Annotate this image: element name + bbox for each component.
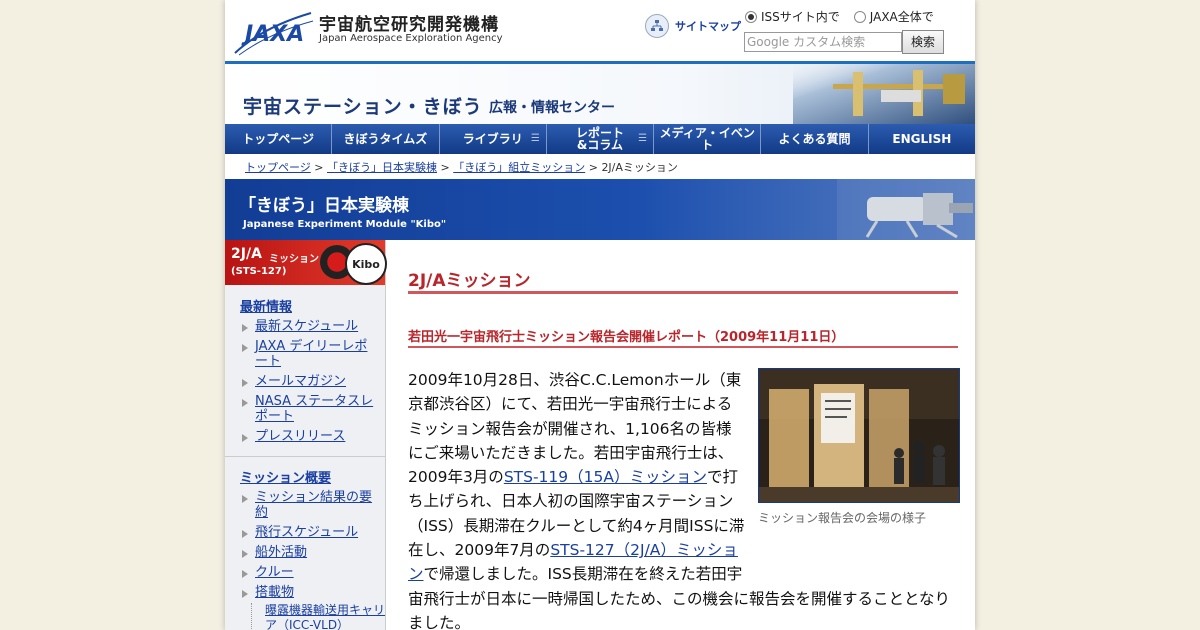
org-name-en[interactable]: Japan Aerospace Exploration Agency (319, 33, 503, 44)
nav-media-label: メディア・イベント (659, 126, 755, 152)
sidebar-subitem-icc-vld[interactable]: 曝露機器輸送用キャリア（ICC-VLD） (251, 603, 395, 630)
banner-subtitle[interactable]: 広報・情報センター (489, 97, 615, 117)
radio-iss-label: ISSサイト内で (761, 10, 840, 24)
nav-kibo-times[interactable]: きぼうタイムズ (332, 124, 440, 154)
sidebar-link[interactable]: 搭載物 (255, 585, 294, 600)
report-title: 若田光一宇宙飛行士ミッション報告会開催レポート（2009年11月11日） (408, 330, 845, 345)
page: JAXA 宇宙航空研究開発機構 Japan Aerospace Explorat… (225, 0, 975, 630)
sidebar-link[interactable]: NASA ステータスレポート (255, 394, 373, 424)
nav-kibo-times-label: きぼうタイムズ (343, 132, 428, 146)
sidebar-item: クルー (240, 565, 380, 580)
nav-media-event[interactable]: メディア・イベント (654, 124, 762, 154)
breadcrumb-sep: > (314, 161, 324, 174)
sidebar-item: メールマガジン (240, 374, 380, 389)
breadcrumb-current: 2J/Aミッション (601, 161, 678, 174)
section-banner: 「きぼう」日本実験棟 Japanese Experiment Module "K… (225, 179, 975, 240)
sitemap-link[interactable]: サイトマップ (645, 14, 741, 38)
radio-jaxa[interactable]: JAXA全体で (853, 8, 934, 25)
sidebar-link[interactable]: ミッション結果の要約 (255, 490, 372, 520)
sidebar-item: 最新スケジュール (240, 319, 380, 334)
search-button[interactable]: 検索 (902, 30, 944, 54)
sidebar-item: NASA ステータスレポート (240, 394, 380, 424)
search-scope: ISSサイト内で JAXA全体で (745, 8, 934, 25)
main-content: 2J/Aミッション 若田光一宇宙飛行士ミッション報告会開催レポート（2009年1… (408, 240, 960, 630)
section-subtitle: Japanese Experiment Module "Kibo" (243, 219, 447, 230)
sidebar-link[interactable]: プレスリリース (255, 429, 345, 444)
sidebar-item: プレスリリース (240, 429, 380, 444)
sidebar-heading-overview[interactable]: ミッション概要 (240, 467, 331, 486)
search-input[interactable]: Google カスタム検索 (744, 32, 902, 52)
nav-library-label: ライブラリ (462, 132, 523, 146)
photo-caption: ミッション報告会の会場の様子 (758, 511, 927, 525)
sidebar-divider (225, 456, 385, 457)
page-title: 2J/Aミッション (408, 271, 531, 291)
sidebar-link[interactable]: 船外活動 (255, 545, 307, 560)
nav-top-label: トップページ (242, 132, 315, 146)
link-sts-119[interactable]: STS-119（15A）ミッション (504, 468, 707, 486)
section-title: 「きぼう」日本実験棟 (239, 196, 409, 216)
banner-title[interactable]: 宇宙ステーション・きぼう (243, 92, 483, 119)
global-nav: トップページ きぼうタイムズ ライブラリ ☰ レポート &コラム ☰ メディア・イベ… (225, 124, 975, 154)
badge-sts: (STS-127) (231, 266, 287, 277)
report-event-photo[interactable] (758, 368, 960, 503)
sidebar-list-overview: ミッション結果の要約 飛行スケジュール 船外活動 クルー 搭載物 (240, 490, 380, 605)
badge-mission: ミッション (269, 254, 319, 265)
sidebar-list-latest: 最新スケジュール JAXA デイリーレポート メールマガジン NASA ステータ… (240, 319, 380, 449)
nav-library[interactable]: ライブラリ ☰ (439, 124, 547, 154)
sidebar-link[interactable]: 最新スケジュール (255, 319, 358, 334)
sidebar-link[interactable]: 飛行スケジュール (255, 525, 358, 540)
report-rule (408, 346, 958, 348)
iss-banner-image (793, 64, 975, 124)
jaxa-logo-mark[interactable]: JAXA (233, 7, 315, 57)
sidebar-item: 船外活動 (240, 545, 380, 560)
radio-iss-dot[interactable] (745, 10, 757, 23)
site-header: JAXA 宇宙航空研究開発機構 Japan Aerospace Explorat… (225, 0, 975, 61)
menu-icon: ☰ (530, 133, 540, 144)
nav-report-column[interactable]: レポート &コラム ☰ (546, 124, 655, 154)
body-text-3: で帰還しました。ISS長期滞在を終えた若田宇宙飛行士が日本に一時帰国したため、こ… (408, 565, 951, 630)
org-name-ja[interactable]: 宇宙航空研究開発機構 (319, 10, 499, 35)
breadcrumb-link-top[interactable]: トップページ (245, 161, 311, 174)
kibo-module-image (837, 179, 975, 240)
jaxa-logo-text: JAXA (241, 22, 304, 47)
kibo-logo-icon: Kibo (345, 243, 387, 285)
nav-top[interactable]: トップページ (225, 124, 333, 154)
breadcrumb-link-assembly[interactable]: 「きぼう」組立ミッション (453, 161, 585, 174)
sidebar-item: 搭載物 (240, 585, 380, 600)
nav-english[interactable]: ENGLISH (868, 124, 975, 154)
radio-jaxa-dot[interactable] (853, 10, 866, 23)
nav-faq-label: よくある質問 (778, 132, 851, 146)
sidebar-item: ミッション結果の要約 (240, 490, 380, 520)
radio-jaxa-label: JAXA全体で (869, 10, 934, 24)
sidebar: 2J/A ミッション (STS-127) Kibo 最新情報 最新スケジュール … (225, 240, 387, 630)
sidebar-item: 飛行スケジュール (240, 525, 380, 540)
title-rule (408, 291, 958, 294)
sitemap-label: サイトマップ (675, 20, 741, 33)
menu-icon: ☰ (638, 133, 648, 144)
breadcrumb-sep: > (440, 161, 450, 174)
nav-report-label: レポート &コラム (575, 126, 624, 152)
badge-code: 2J/A (231, 246, 262, 262)
breadcrumb: トップページ > 「きぼう」日本実験棟 > 「きぼう」組立ミッション > 2J/… (245, 159, 678, 175)
sidebar-heading-latest[interactable]: 最新情報 (240, 296, 292, 315)
sidebar-link[interactable]: メールマガジン (255, 374, 346, 389)
breadcrumb-sep: > (588, 161, 598, 174)
mission-badge[interactable]: 2J/A ミッション (STS-127) Kibo (225, 240, 387, 285)
nav-english-label: ENGLISH (892, 132, 952, 146)
sidebar-link[interactable]: JAXA デイリーレポート (255, 339, 367, 369)
nav-faq[interactable]: よくある質問 (761, 124, 869, 154)
breadcrumb-link-kibo[interactable]: 「きぼう」日本実験棟 (327, 161, 437, 174)
sidebar-link[interactable]: クルー (255, 565, 294, 580)
sitemap-icon (645, 14, 669, 38)
radio-iss[interactable]: ISSサイト内で (745, 8, 840, 25)
sidebar-item: JAXA デイリーレポート (240, 339, 380, 369)
site-banner: 宇宙ステーション・きぼう 広報・情報センター (225, 64, 975, 124)
